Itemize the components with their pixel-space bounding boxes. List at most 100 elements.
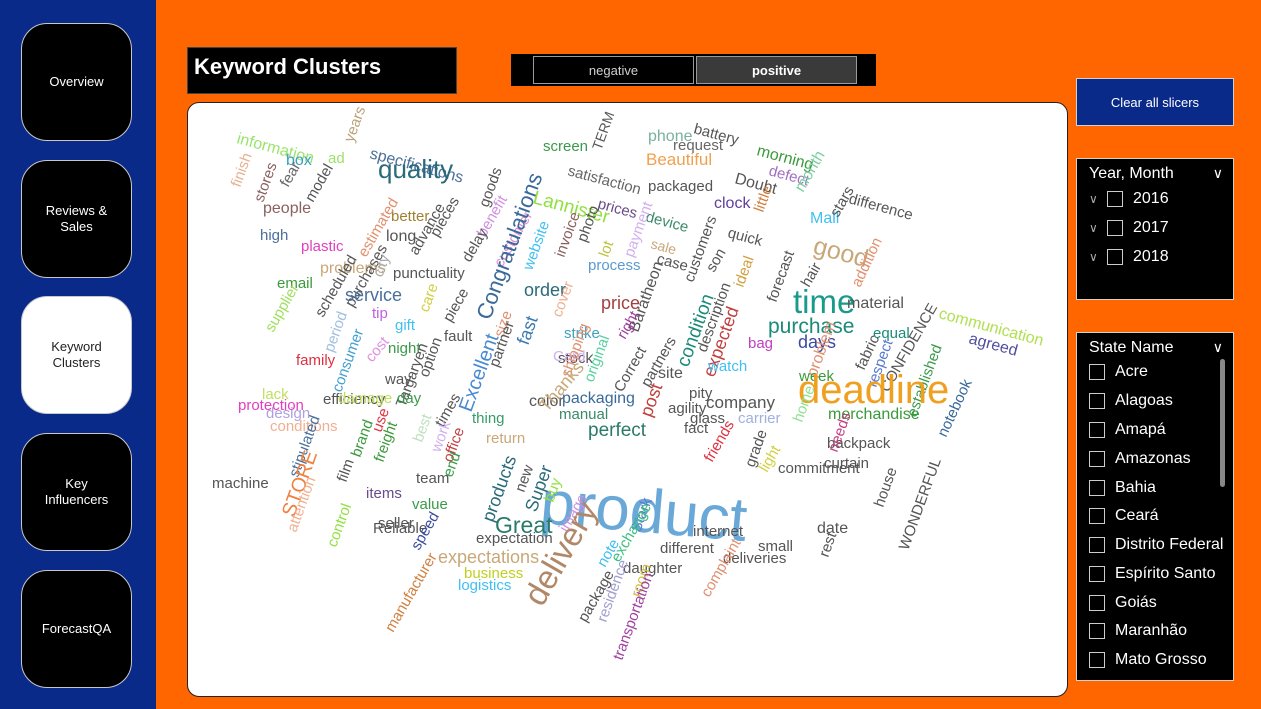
expand-icon[interactable]: ∨ <box>1089 250 1107 264</box>
keyword-house: house <box>871 465 901 509</box>
keyword-beautiful: Beautiful <box>646 150 712 169</box>
state-item[interactable]: Amapá <box>1089 418 1166 442</box>
nav-keyword-clusters[interactable]: Keyword Clusters <box>21 296 132 414</box>
keyword-items: items <box>366 485 402 502</box>
keyword-term: TERM <box>589 109 618 152</box>
keyword-manufacturer: manufacturer <box>382 550 441 635</box>
checkbox[interactable] <box>1089 508 1105 524</box>
expand-icon[interactable]: ∨ <box>1089 221 1107 235</box>
keyword-damage: damage <box>338 390 392 407</box>
keyword-machine: machine <box>212 475 269 492</box>
keyword-supplier: supplier <box>262 281 303 335</box>
keyword-people: people <box>263 200 311 217</box>
negative-button[interactable]: negative <box>533 56 694 84</box>
keyword-return: return <box>486 430 525 447</box>
checkbox[interactable] <box>1089 595 1105 611</box>
keyword-service: service <box>345 285 402 305</box>
checkbox[interactable] <box>1089 422 1105 438</box>
keyword-fault: fault <box>444 328 473 345</box>
keyword-care: care <box>416 281 442 314</box>
checkbox[interactable] <box>1089 480 1105 496</box>
keyword-punctuality: punctuality <box>393 265 465 282</box>
checkbox[interactable] <box>1089 623 1105 639</box>
checkbox[interactable] <box>1089 537 1105 553</box>
chevron-down-icon[interactable]: ∨ <box>1213 339 1223 356</box>
keyword-piece: piece <box>440 285 473 325</box>
keyword-watch: watch <box>707 358 747 375</box>
sidebar: Overview Reviews & Sales Keyword Cluster… <box>0 0 156 709</box>
word-cloud-svg: information adyearsspecifications screen TE… <box>212 104 1045 662</box>
sentiment-slicer: negative positive <box>511 54 876 86</box>
nav-reviews-sales[interactable]: Reviews & Sales <box>21 160 132 278</box>
keyword-years: years <box>341 104 370 144</box>
keyword-ad: ad <box>328 150 345 167</box>
checkbox[interactable] <box>1089 393 1105 409</box>
title-box: Keyword Clusters <box>187 47 457 94</box>
keyword-material: material <box>847 295 904 312</box>
keyword-packaging: packaging <box>562 390 635 407</box>
keyword-screen: screen <box>543 138 588 155</box>
positive-button[interactable]: positive <box>696 56 857 84</box>
keyword-gift: gift <box>395 317 416 334</box>
nav-key-influencers[interactable]: Key Influencers <box>21 433 132 551</box>
state-item[interactable]: Ceará <box>1089 504 1159 528</box>
keyword-commitment: commitment <box>778 460 861 477</box>
state-item[interactable]: Distrito Federal <box>1089 533 1223 557</box>
keyword-site: site <box>658 365 683 382</box>
keyword-clock: clock <box>714 195 751 212</box>
state-item[interactable]: Mato Grosso <box>1089 648 1207 672</box>
expand-icon[interactable]: ∨ <box>1089 192 1107 206</box>
keyword-high: high <box>260 227 288 244</box>
keyword-plastic: plastic <box>301 238 344 255</box>
keyword-thing: thing <box>472 410 505 427</box>
checkbox[interactable] <box>1089 451 1105 467</box>
keyword-carrier: carrier <box>738 410 781 427</box>
keyword-family: family <box>296 352 336 369</box>
keyword-film: film <box>334 457 358 485</box>
year-item[interactable]: ∨ 2016 <box>1089 187 1169 211</box>
year-item[interactable]: ∨ 2017 <box>1089 216 1169 240</box>
year-month-slicer: Year, Month ∨ ∨ 2016 ∨ 2017 ∨ 2018 <box>1076 158 1234 300</box>
keyword-fast: fast <box>513 313 542 347</box>
chevron-down-icon[interactable]: ∨ <box>1213 165 1223 182</box>
keyword-expectation: expectation <box>476 530 553 547</box>
state-item[interactable]: Acre <box>1089 360 1148 384</box>
state-name-slicer: State Name ∨ Acre Alagoas Amapá Amazonas… <box>1076 332 1234 681</box>
keyword-satisfaction: satisfaction <box>566 162 643 198</box>
checkbox[interactable] <box>1089 364 1105 380</box>
keyword-logistics: logistics <box>458 577 511 594</box>
state-item[interactable]: Espírito Santo <box>1089 562 1216 586</box>
word-cloud: information ad years specifications screen TE… <box>187 102 1068 697</box>
scrollbar[interactable] <box>1220 359 1225 487</box>
page-title: Keyword Clusters <box>194 54 382 79</box>
keyword-quality: quality <box>378 154 453 184</box>
state-slicer-title: State Name <box>1089 339 1174 356</box>
state-item[interactable]: Alagoas <box>1089 389 1173 413</box>
keyword-post: post <box>636 381 666 420</box>
state-item[interactable]: Goiás <box>1089 591 1157 615</box>
year-item[interactable]: ∨ 2018 <box>1089 245 1169 269</box>
keyword-internet: internet <box>693 523 744 540</box>
state-item[interactable]: Amazonas <box>1089 447 1191 471</box>
nav-forecastqa[interactable]: ForecastQA <box>21 570 132 688</box>
keyword-way: way <box>384 371 412 388</box>
nav-overview[interactable]: Overview <box>21 23 132 141</box>
clear-slicers-button[interactable]: Clear all slicers <box>1076 78 1234 126</box>
keyword-tip: tip <box>372 305 388 322</box>
state-item[interactable]: Maranhão <box>1089 619 1187 643</box>
checkbox[interactable] <box>1107 191 1123 207</box>
keyword-day: day <box>397 390 422 407</box>
checkbox[interactable] <box>1107 220 1123 236</box>
keyword-perfect: perfect <box>588 420 647 441</box>
keyword-wonderful: WONDERFUL <box>896 456 945 553</box>
keyword-packaged: packaged <box>648 178 713 195</box>
keyword-fact: fact <box>684 420 709 437</box>
keyword-finish: finish <box>228 151 256 190</box>
state-item[interactable]: Bahia <box>1089 476 1156 500</box>
checkbox[interactable] <box>1089 566 1105 582</box>
keyword-bag: bag <box>748 335 773 352</box>
checkbox[interactable] <box>1089 652 1105 668</box>
keyword-difference: difference <box>847 190 915 223</box>
keyword-different: different <box>660 540 715 557</box>
checkbox[interactable] <box>1107 249 1123 265</box>
